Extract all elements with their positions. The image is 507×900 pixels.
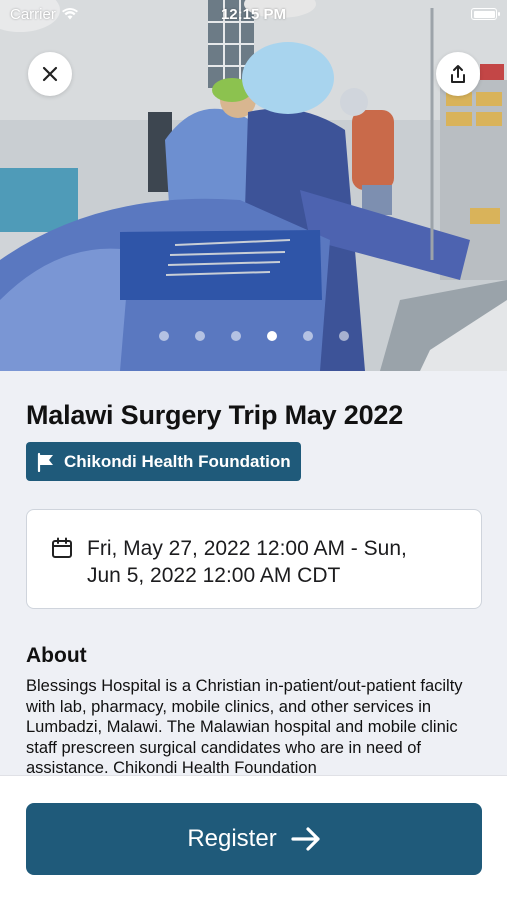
battery-icon — [471, 8, 500, 20]
about-heading: About — [26, 644, 87, 667]
carousel-dot[interactable] — [302, 331, 313, 341]
calendar-icon — [52, 537, 72, 558]
register-button[interactable]: Register — [26, 803, 482, 875]
register-label: Register — [187, 825, 277, 852]
carousel-dot[interactable] — [338, 331, 349, 341]
close-icon — [42, 66, 58, 82]
wifi-icon — [61, 8, 78, 20]
carousel-dot[interactable] — [194, 331, 205, 341]
carousel-dots[interactable] — [0, 331, 507, 341]
event-date: Fri, May 27, 2022 12:00 AM - Sun, Jun 5,… — [87, 535, 407, 589]
flag-icon — [37, 452, 53, 472]
arrow-right-icon — [291, 827, 320, 851]
event-date-line1: Fri, May 27, 2022 12:00 AM - Sun, — [87, 537, 407, 560]
organization-name: Chikondi Health Foundation — [64, 451, 291, 471]
carousel-dot[interactable] — [230, 331, 241, 341]
carrier-label: Carrier — [10, 5, 56, 23]
date-card: Fri, May 27, 2022 12:00 AM - Sun, Jun 5,… — [26, 509, 482, 609]
carousel-dot[interactable] — [158, 331, 169, 341]
hero-photo[interactable]: Carrier 12:15 PM — [0, 0, 507, 371]
status-bar: Carrier 12:15 PM — [0, 0, 507, 28]
carrier-group: Carrier — [10, 6, 78, 23]
close-button[interactable] — [28, 52, 72, 96]
carousel-dot-active[interactable] — [266, 331, 277, 341]
about-body: Blessings Hospital is a Christian in-pat… — [26, 677, 463, 776]
organization-badge[interactable]: Chikondi Health Foundation — [26, 442, 301, 481]
surgery-photo — [0, 0, 507, 371]
event-title: Malawi Surgery Trip May 2022 — [26, 400, 404, 430]
share-button[interactable] — [436, 52, 480, 96]
share-icon — [451, 65, 465, 83]
event-date-line2: Jun 5, 2022 12:00 AM CDT — [87, 564, 341, 587]
